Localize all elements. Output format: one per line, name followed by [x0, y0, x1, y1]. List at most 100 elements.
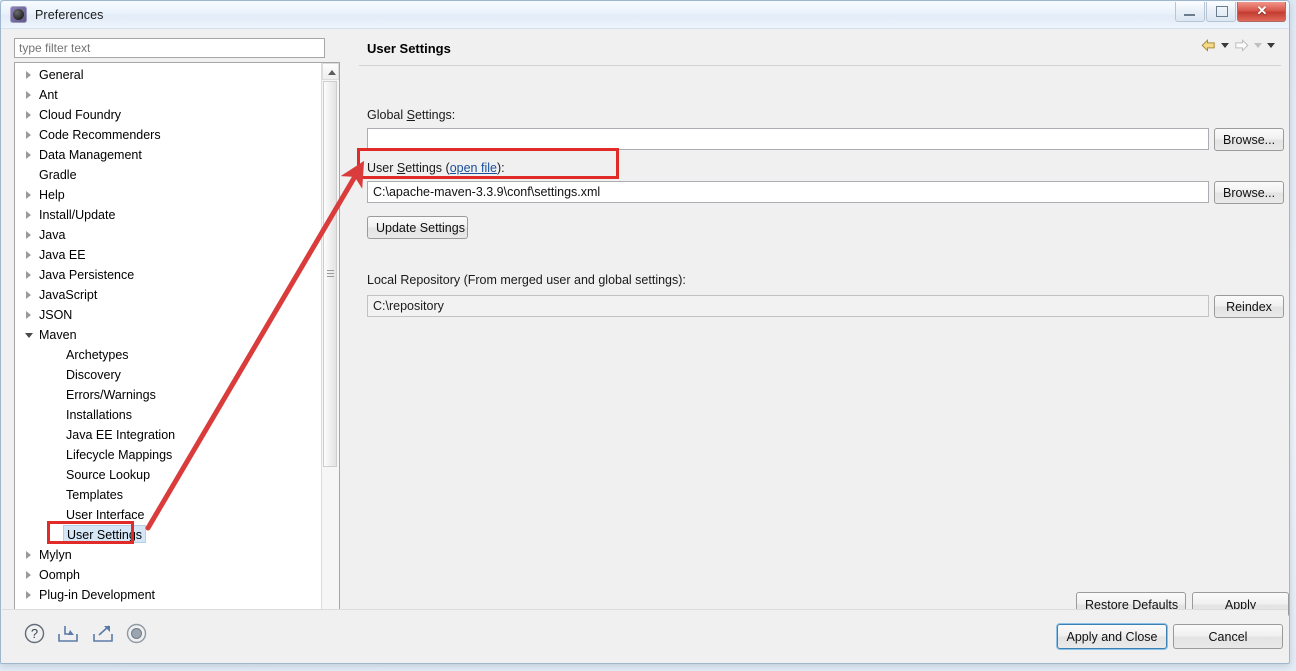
tree-item-plug-in-development[interactable]: Plug-in Development [15, 585, 321, 605]
tree-item-label: Java Persistence [39, 268, 135, 282]
tree-collapsed-arrow-icon[interactable] [26, 291, 31, 299]
update-settings-button[interactable]: Update Settings [367, 216, 468, 239]
title-separator [359, 65, 1281, 66]
back-history-chevron-down-icon[interactable] [1221, 43, 1229, 48]
tree-item-data-management[interactable]: Data Management [15, 145, 321, 165]
user-settings-label-suffix: ): [496, 161, 505, 175]
dialog-body: General Ant Cloud Foundry Code Recommenders… [1, 29, 1289, 633]
user-settings-label-mnemonic: S [396, 161, 406, 175]
tree-item-label: Java [39, 228, 66, 242]
tree-collapsed-arrow-icon[interactable] [26, 231, 31, 239]
maximize-button[interactable] [1206, 2, 1236, 22]
export-icon[interactable] [91, 623, 115, 647]
close-button[interactable]: ✕ [1237, 2, 1286, 22]
tree-item-user-settings[interactable]: User Settings [15, 525, 321, 545]
tree-scrollbar[interactable] [321, 63, 339, 633]
tree-item-ant[interactable]: Ant [15, 85, 321, 105]
tree-collapsed-arrow-icon[interactable] [26, 131, 31, 139]
tree-collapsed-arrow-icon[interactable] [26, 551, 31, 559]
tree-collapsed-arrow-icon[interactable] [26, 591, 31, 599]
page-navigation [1201, 39, 1275, 52]
tree-collapsed-arrow-icon[interactable] [26, 91, 31, 99]
tree-item-install-update[interactable]: Install/Update [15, 205, 321, 225]
scroll-up-button[interactable] [322, 63, 339, 80]
scrollbar-thumb[interactable] [323, 81, 337, 467]
tree-item-label: Ant [39, 88, 58, 102]
filter-input[interactable] [14, 38, 325, 58]
tree-item-label: Data Management [39, 148, 142, 162]
dialog-footer: ? Apply and Close Cancel [2, 609, 1288, 662]
tree-items: General Ant Cloud Foundry Code Recommenders… [15, 63, 321, 605]
tree-item-java-ee[interactable]: Java EE [15, 245, 321, 265]
tree-expanded-arrow-icon[interactable] [25, 333, 33, 338]
tree-item-user-interface[interactable]: User Interface [15, 505, 321, 525]
preference-tree[interactable]: General Ant Cloud Foundry Code Recommenders… [14, 62, 340, 633]
tree-item-maven[interactable]: Maven [15, 325, 321, 345]
global-settings-label-mnemonic: S [406, 108, 415, 122]
tree-collapsed-arrow-icon[interactable] [26, 71, 31, 79]
tree-collapsed-arrow-icon[interactable] [26, 111, 31, 119]
import-icon[interactable] [56, 623, 80, 647]
tree-item-label: Archetypes [66, 348, 129, 362]
tree-collapsed-arrow-icon[interactable] [26, 151, 31, 159]
tree-collapsed-arrow-icon[interactable] [26, 211, 31, 219]
window-title: Preferences [35, 7, 104, 22]
cancel-button[interactable]: Cancel [1173, 624, 1283, 649]
back-arrow-icon[interactable] [1201, 39, 1216, 52]
oomph-recorder-icon[interactable] [126, 623, 147, 647]
view-menu-chevron-down-icon[interactable] [1267, 43, 1275, 48]
user-settings-label-mid: ettings ( [405, 161, 450, 175]
tree-item-java[interactable]: Java [15, 225, 321, 245]
help-icon[interactable]: ? [24, 623, 45, 647]
open-file-link[interactable]: open file [450, 161, 497, 175]
user-settings-label-prefix: User [367, 161, 397, 175]
tree-item-gradle[interactable]: Gradle [15, 165, 321, 185]
tree-item-discovery[interactable]: Discovery [15, 365, 321, 385]
settings-page-pane: User Settings Global Settings: Browse...… [349, 29, 1289, 617]
global-settings-input[interactable] [367, 128, 1209, 150]
tree-item-label: Code Recommenders [39, 128, 161, 142]
tree-item-general[interactable]: General [15, 65, 321, 85]
tree-item-cloud-foundry[interactable]: Cloud Foundry [15, 105, 321, 125]
tree-item-archetypes[interactable]: Archetypes [15, 345, 321, 365]
reindex-button[interactable]: Reindex [1214, 295, 1284, 318]
tree-item-label: Help [39, 188, 65, 202]
tree-item-java-persistence[interactable]: Java Persistence [15, 265, 321, 285]
tree-item-mylyn[interactable]: Mylyn [15, 545, 321, 565]
global-settings-browse-button[interactable]: Browse... [1214, 128, 1284, 151]
chevron-up-icon [328, 70, 336, 75]
tree-item-label: Installations [66, 408, 133, 422]
tree-item-lifecycle-mappings[interactable]: Lifecycle Mappings [15, 445, 321, 465]
local-repository-input[interactable] [367, 295, 1209, 317]
scrollbar-grip-icon [327, 270, 334, 278]
tree-item-label: Install/Update [39, 208, 116, 222]
tree-item-json[interactable]: JSON [15, 305, 321, 325]
preferences-dialog: Preferences ✕ GeneralAntCloud FoundryCod [0, 0, 1290, 664]
tree-item-java-ee-integration[interactable]: Java EE Integration [15, 425, 321, 445]
user-settings-browse-button[interactable]: Browse... [1214, 181, 1284, 204]
tree-item-source-lookup[interactable]: Source Lookup [15, 465, 321, 485]
apply-and-close-button[interactable]: Apply and Close [1057, 624, 1167, 649]
tree-item-installations[interactable]: Installations [15, 405, 321, 425]
minimize-icon [1184, 14, 1195, 16]
tree-item-javascript[interactable]: JavaScript [15, 285, 321, 305]
tree-collapsed-arrow-icon[interactable] [26, 311, 31, 319]
tree-collapsed-arrow-icon[interactable] [26, 271, 31, 279]
tree-item-errors-warnings[interactable]: Errors/Warnings [15, 385, 321, 405]
user-settings-input[interactable] [367, 181, 1209, 203]
minimize-button[interactable] [1175, 2, 1205, 22]
tree-item-templates[interactable]: Templates [15, 485, 321, 505]
tree-item-label: Lifecycle Mappings [66, 448, 173, 462]
tree-item-code-recommenders[interactable]: Code Recommenders [15, 125, 321, 145]
tree-item-label: User Settings [63, 525, 147, 543]
tree-item-label: Gradle [39, 168, 77, 182]
tree-collapsed-arrow-icon[interactable] [26, 571, 31, 579]
tree-item-label: Source Lookup [66, 468, 151, 482]
tree-item-oomph[interactable]: Oomph [15, 565, 321, 585]
tree-collapsed-arrow-icon[interactable] [26, 251, 31, 259]
tree-collapsed-arrow-icon[interactable] [26, 191, 31, 199]
tree-item-label: Java EE Integration [66, 428, 176, 442]
global-settings-label: Global Settings: [367, 108, 455, 122]
maximize-icon [1216, 6, 1228, 17]
tree-item-help[interactable]: Help [15, 185, 321, 205]
